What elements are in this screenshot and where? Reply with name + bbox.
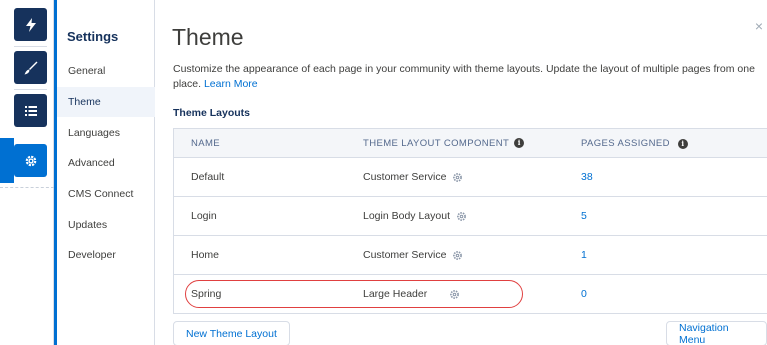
row-pages-link[interactable]: 5 [581, 210, 587, 222]
section-title: Theme Layouts [173, 107, 251, 119]
nav-item-theme[interactable]: Theme [57, 87, 155, 117]
brush-icon[interactable] [14, 51, 47, 84]
row-pages-link[interactable]: 0 [581, 288, 587, 300]
gear-icon[interactable] [456, 211, 467, 222]
column-header-pages-label: PAGES ASSIGNED [581, 137, 670, 149]
row-component-label: Login Body Layout [363, 210, 450, 222]
nav-item-updates[interactable]: Updates [57, 210, 155, 240]
row-pages-link[interactable]: 1 [581, 249, 587, 261]
list-icon[interactable] [14, 94, 47, 127]
row-component: Login Body Layout [363, 210, 581, 222]
column-header-name: NAME [191, 137, 221, 149]
row-pages-link[interactable]: 38 [581, 171, 593, 183]
description-text: Customize the appearance of each page in… [173, 63, 755, 90]
nav-item-cms-connect[interactable]: CMS Connect [57, 179, 155, 209]
rail-active-indicator [0, 138, 14, 183]
row-component: Customer Service [363, 249, 581, 261]
gear-icon[interactable] [452, 250, 463, 261]
gear-icon[interactable] [452, 172, 463, 183]
page-description: Customize the appearance of each page in… [173, 62, 763, 92]
row-name: Home [191, 249, 220, 261]
new-theme-layout-button[interactable]: New Theme Layout [173, 321, 290, 345]
navigation-menu-button[interactable]: Navigation Menu [666, 321, 767, 345]
settings-title: Settings [67, 29, 119, 44]
app-rail [0, 0, 54, 345]
page-title: Theme [172, 24, 244, 50]
table-row: Home Customer Service 1 [174, 236, 767, 275]
column-header-pages: PAGES ASSIGNED i [581, 138, 688, 149]
rail-divider [14, 46, 47, 47]
gear-icon[interactable] [14, 144, 47, 177]
nav-item-general[interactable]: General [57, 56, 155, 86]
close-icon[interactable]: × [755, 18, 763, 34]
table-row: Default Customer Service 38 [174, 158, 767, 197]
nav-item-languages[interactable]: Languages [57, 118, 155, 148]
learn-more-link[interactable]: Learn More [204, 78, 258, 90]
nav-item-developer[interactable]: Developer [57, 240, 155, 270]
info-icon[interactable]: i [514, 138, 525, 148]
rail-divider [14, 89, 47, 90]
nav-item-advanced[interactable]: Advanced [57, 148, 155, 178]
row-name: Login [191, 210, 217, 222]
table-row: Login Login Body Layout 5 [174, 197, 767, 236]
lightning-icon[interactable] [14, 8, 47, 41]
row-component-label: Customer Service [363, 171, 447, 183]
table-header: NAME THEME LAYOUT COMPONENT i PAGES ASSI… [174, 128, 767, 158]
column-header-component-label: THEME LAYOUT COMPONENT [363, 137, 510, 149]
info-icon[interactable]: i [677, 138, 688, 149]
row-name: Default [191, 171, 225, 183]
row-component-label: Customer Service [363, 249, 447, 261]
highlight-annotation [185, 280, 523, 308]
column-header-component: THEME LAYOUT COMPONENT i [363, 138, 581, 149]
theme-panel: × Theme Customize the appearance of each… [156, 0, 767, 345]
settings-nav: Settings General Theme Languages Advance… [57, 0, 155, 345]
rail-divider [0, 187, 54, 188]
row-component: Customer Service [363, 171, 581, 183]
